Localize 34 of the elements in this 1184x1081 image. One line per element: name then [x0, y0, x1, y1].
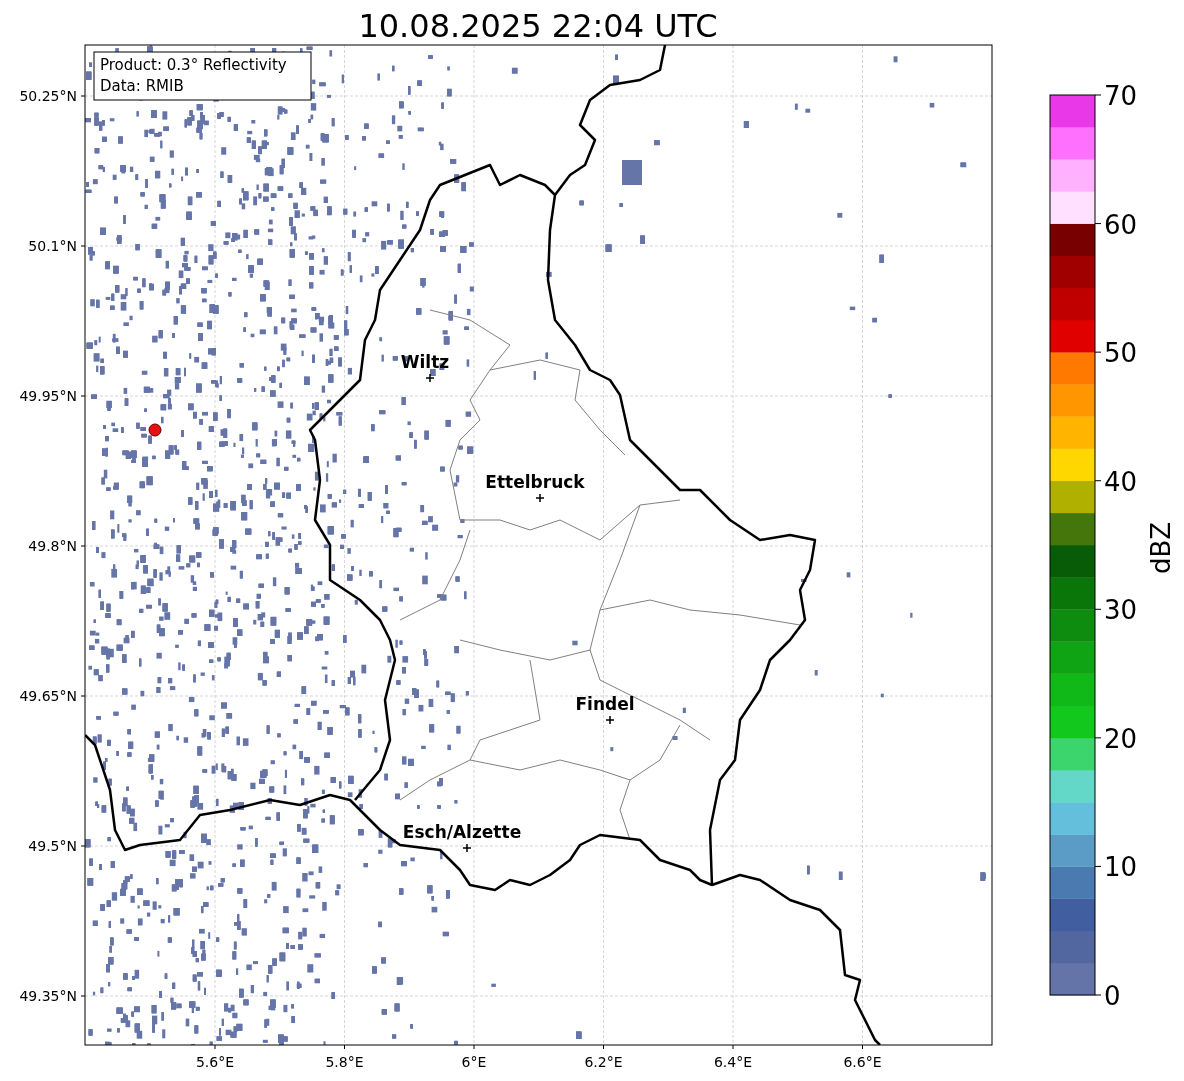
colorbar-tick-label: 30 — [1104, 595, 1138, 626]
axis-tick-label: 49.95°N — [19, 388, 77, 404]
info-box-text: Data: RMIB — [100, 77, 184, 95]
radar-site-icon — [148, 423, 162, 437]
axis-tick-label: 5.6°E — [195, 1054, 235, 1070]
colorbar-tick-label: 50 — [1104, 338, 1138, 369]
colorbar-tick-label: 0 — [1104, 981, 1121, 1011]
colorbar-tick-label: 70 — [1104, 81, 1138, 111]
city-marker-icon — [535, 493, 545, 503]
colorbar-tick-label: 40 — [1104, 466, 1138, 497]
colorbar-tick-label: 10 — [1104, 852, 1138, 883]
colorbar-tick-label: 20 — [1104, 723, 1138, 754]
axis-tick-label: 6.6°E — [843, 1054, 882, 1070]
city-label: Ettelbruck — [485, 472, 585, 492]
city-label: Findel — [575, 694, 635, 714]
axis-tick-label: 6.2°E — [584, 1054, 623, 1070]
city-label: Esch/Alzette — [402, 822, 522, 842]
axis-tick-label: 49.35°N — [19, 988, 77, 1004]
axis-tick-label: 5.8°E — [325, 1054, 364, 1070]
colorbar-tick-label: 60 — [1104, 209, 1138, 240]
axis-tick-label: 6.4°E — [713, 1054, 753, 1070]
axis-tick-label: 49.5°N — [28, 838, 77, 854]
city-label: Wiltz — [400, 352, 450, 372]
axis-tick-label: 49.65°N — [19, 688, 77, 704]
axis-tick-label: 6°E — [461, 1054, 487, 1070]
axis-tick-label: 49.8°N — [28, 538, 77, 554]
axis-tick-label: 50.25°N — [19, 88, 77, 104]
city-marker-icon — [605, 715, 615, 725]
city-marker-icon — [462, 843, 472, 853]
axis-tick-label: 50.1°N — [28, 238, 77, 254]
city-marker-icon — [425, 373, 435, 383]
info-box-text: Product: 0.3° Reflectivity — [100, 56, 287, 74]
colorbar-label: dBZ — [1146, 521, 1176, 575]
chart-title: 10.08.2025 22:04 UTC — [358, 7, 718, 45]
